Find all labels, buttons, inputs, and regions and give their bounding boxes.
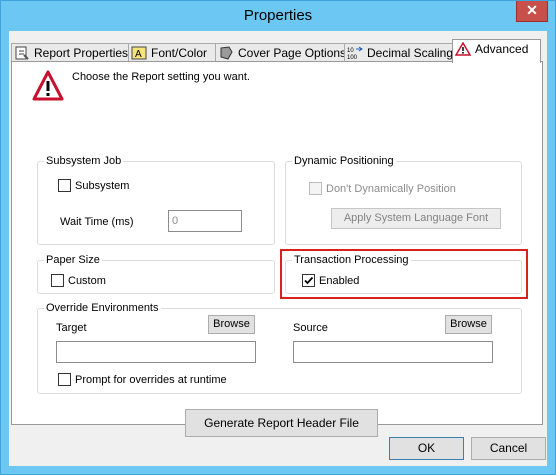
warning-icon: [454, 41, 472, 56]
checkbox-box[interactable]: [309, 182, 322, 195]
prompt-for-overrides-checkbox[interactable]: Prompt for overrides at runtime: [58, 373, 227, 386]
decimal-scaling-icon: 10 100: [347, 46, 363, 61]
source-browse-button[interactable]: Browse: [445, 315, 492, 334]
wait-time-input[interactable]: 0: [168, 210, 242, 232]
advanced-tab-panel: Choose the Report setting you want. Subs…: [11, 61, 543, 437]
cancel-button[interactable]: Cancel: [471, 437, 546, 460]
svg-text:100: 100: [347, 55, 358, 60]
source-label: Source: [293, 322, 328, 334]
checkbox-label: Don't Dynamically Position: [326, 182, 456, 195]
font-color-icon: A: [131, 46, 147, 60]
title-bar[interactable]: Properties ✕: [1, 1, 555, 31]
generate-report-header-button[interactable]: Generate Report Header File: [185, 409, 378, 437]
warning-icon: [32, 70, 64, 102]
override-environments-group: Override Environments Target Browse Sour…: [37, 301, 522, 394]
highlight-box: [280, 249, 528, 299]
tab-label: Cover Page Options: [238, 46, 347, 60]
dynamic-positioning-group: Dynamic Positioning Don't Dynamically Po…: [285, 154, 522, 245]
cover-page-icon: [218, 46, 234, 60]
target-browse-button[interactable]: Browse: [208, 315, 255, 334]
tab-strip: Report Properties A Font/Color Cover Pag…: [9, 39, 541, 63]
tab-label: Advanced: [475, 42, 529, 56]
group-title: Paper Size: [44, 253, 102, 267]
group-title: Override Environments: [44, 301, 161, 315]
group-title: Subsystem Job: [44, 154, 124, 168]
dont-dynamically-position-checkbox[interactable]: Don't Dynamically Position: [309, 182, 456, 195]
tab-cover-page-options[interactable]: Cover Page Options: [215, 43, 347, 62]
svg-text:10: 10: [347, 48, 354, 54]
instruction-text: Choose the Report setting you want.: [72, 71, 250, 83]
tab-font-color[interactable]: A Font/Color: [128, 43, 218, 62]
properties-window: Properties ✕ Report Properties A Font/Co…: [0, 0, 556, 475]
tab-label: Decimal Scaling: [367, 46, 454, 60]
tab-report-properties[interactable]: Report Properties: [11, 43, 131, 62]
close-button[interactable]: ✕: [516, 1, 548, 22]
subsystem-checkbox[interactable]: Subsystem: [58, 179, 129, 192]
checkbox-box[interactable]: [58, 179, 71, 192]
checkbox-box[interactable]: [58, 373, 71, 386]
group-title: Dynamic Positioning: [292, 154, 396, 168]
checkbox-label: Custom: [68, 274, 106, 287]
tab-label: Font/Color: [151, 46, 208, 60]
custom-paper-size-checkbox[interactable]: Custom: [51, 274, 106, 287]
window-title: Properties: [243, 7, 313, 24]
target-label: Target: [56, 322, 87, 334]
wait-time-label: Wait Time (ms): [60, 216, 134, 228]
svg-text:A: A: [135, 49, 142, 60]
checkbox-label: Prompt for overrides at runtime: [75, 373, 227, 386]
tab-advanced[interactable]: Advanced: [452, 39, 541, 63]
source-input[interactable]: [293, 341, 493, 363]
report-properties-icon: [14, 46, 30, 60]
tab-label: Report Properties: [34, 46, 129, 60]
apply-system-language-font-button[interactable]: Apply System Language Font: [331, 208, 501, 229]
checkbox-box[interactable]: [51, 274, 64, 287]
checkbox-label: Subsystem: [75, 179, 130, 192]
target-input[interactable]: [56, 341, 256, 363]
tab-decimal-scaling[interactable]: 10 100 Decimal Scaling: [344, 43, 455, 62]
paper-size-group: Paper Size Custom: [37, 253, 275, 294]
subsystem-job-group: Subsystem Job Subsystem Wait Time (ms) 0: [37, 154, 275, 245]
ok-button[interactable]: OK: [389, 437, 464, 460]
dialog-body: Report Properties A Font/Color Cover Pag…: [9, 31, 547, 466]
